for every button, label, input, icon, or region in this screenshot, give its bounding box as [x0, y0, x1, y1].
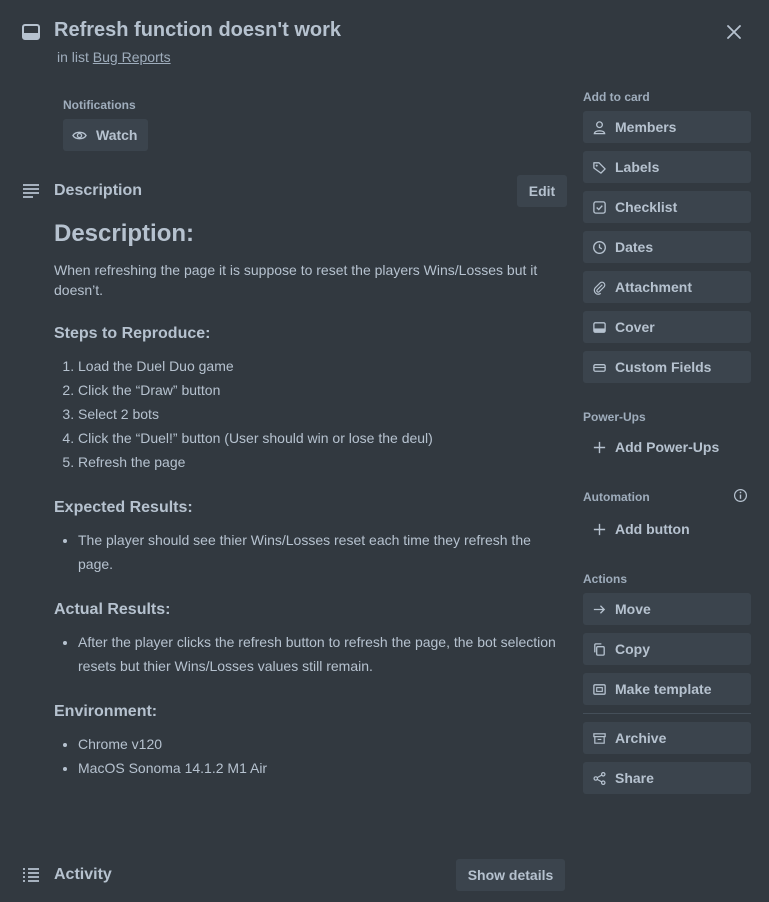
step-item: Click the “Draw” button: [78, 378, 562, 402]
copy-label: Copy: [615, 641, 650, 657]
powerups-heading: Power-Ups: [583, 410, 646, 424]
template-icon: [593, 683, 606, 695]
plus-icon: [593, 441, 606, 453]
actual-heading: Actual Results:: [54, 601, 171, 618]
description-intro: When refreshing the page it is suppose t…: [54, 262, 538, 298]
clock-icon: [593, 240, 606, 254]
make-template-label: Make template: [615, 681, 712, 697]
add-powerups-button[interactable]: Add Power-Ups: [583, 431, 751, 463]
actual-item: After the player clicks the refresh butt…: [78, 630, 562, 678]
arrow-right-icon: [593, 604, 606, 614]
environment-heading: Environment:: [54, 703, 158, 720]
steps-heading: Steps to Reproduce:: [54, 325, 211, 342]
card-icon: [21, 22, 41, 42]
labels-label: Labels: [615, 159, 660, 175]
card-title: Refresh function doesn't work: [54, 19, 342, 41]
close-icon: [727, 25, 741, 39]
make-template-button[interactable]: Make template: [583, 673, 751, 705]
step-item: Load the Duel Duo game: [78, 354, 562, 378]
notifications-heading: Notifications: [63, 98, 136, 112]
environment-list: Chrome v120 MacOS Sonoma 14.1.2 M1 Air: [54, 732, 562, 780]
add-powerups-label: Add Power-Ups: [615, 439, 720, 455]
environment-item: Chrome v120: [78, 732, 562, 756]
dates-label: Dates: [615, 239, 654, 255]
move-label: Move: [615, 601, 651, 617]
add-button-label: Add button: [615, 521, 690, 537]
environment-item: MacOS Sonoma 14.1.2 M1 Air: [78, 756, 562, 780]
share-label: Share: [615, 770, 654, 786]
description-body: Description: When refreshing the page it…: [54, 220, 562, 780]
share-button[interactable]: Share: [583, 762, 751, 794]
tag-icon: [593, 161, 606, 174]
person-icon: [593, 120, 606, 134]
cover-icon: [593, 321, 606, 333]
members-button[interactable]: Members: [583, 111, 751, 143]
description-icon: [21, 181, 41, 201]
close-button[interactable]: [722, 20, 746, 44]
dates-button[interactable]: Dates: [583, 231, 751, 263]
actions-heading: Actions: [583, 572, 628, 586]
description-doc-title: Description:: [54, 220, 195, 247]
paperclip-icon: [593, 281, 606, 295]
list-link[interactable]: Bug Reports: [93, 49, 171, 65]
step-item: Click the “Duel!” button (User should wi…: [78, 426, 562, 450]
cover-label: Cover: [615, 319, 655, 335]
list-info: in list Bug Reports: [57, 49, 171, 65]
watch-label: Watch: [96, 127, 138, 143]
eye-icon: [72, 131, 87, 139]
attachment-button[interactable]: Attachment: [583, 271, 751, 303]
plus-icon: [593, 523, 606, 535]
in-list-prefix: in list: [57, 49, 89, 65]
archive-label: Archive: [615, 730, 667, 746]
show-details-button[interactable]: Show details: [456, 859, 565, 891]
attachment-label: Attachment: [615, 279, 693, 295]
copy-button[interactable]: Copy: [583, 633, 751, 665]
expected-heading: Expected Results:: [54, 499, 193, 516]
share-icon: [593, 771, 606, 785]
edit-description-button[interactable]: Edit: [517, 175, 567, 207]
custom-fields-button[interactable]: Custom Fields: [583, 351, 751, 383]
custom-fields-label: Custom Fields: [615, 359, 712, 375]
expected-item: The player should see thier Wins/Losses …: [78, 528, 562, 576]
cover-button[interactable]: Cover: [583, 311, 751, 343]
move-button[interactable]: Move: [583, 593, 751, 625]
watch-button[interactable]: Watch: [63, 119, 148, 151]
actions-divider: [583, 713, 751, 714]
step-item: Select 2 bots: [78, 402, 562, 426]
custom-fields-icon: [593, 363, 606, 372]
actual-list: After the player clicks the refresh butt…: [54, 630, 562, 678]
activity-icon: [21, 865, 41, 885]
archive-icon: [593, 732, 606, 744]
copy-icon: [594, 642, 605, 656]
automation-heading: Automation: [583, 490, 650, 504]
members-label: Members: [615, 119, 677, 135]
step-item: Refresh the page: [78, 450, 562, 474]
activity-heading: Activity: [54, 866, 112, 883]
checklist-button[interactable]: Checklist: [583, 191, 751, 223]
checkbox-icon: [593, 200, 606, 214]
labels-button[interactable]: Labels: [583, 151, 751, 183]
add-to-card-heading: Add to card: [583, 90, 650, 104]
expected-list: The player should see thier Wins/Losses …: [54, 528, 562, 576]
steps-list: Load the Duel Duo game Click the “Draw” …: [54, 354, 562, 474]
add-button-button[interactable]: Add button: [583, 513, 751, 545]
archive-button[interactable]: Archive: [583, 722, 751, 754]
description-heading: Description: [54, 182, 143, 199]
checklist-label: Checklist: [615, 199, 678, 215]
info-icon[interactable]: [733, 488, 748, 503]
